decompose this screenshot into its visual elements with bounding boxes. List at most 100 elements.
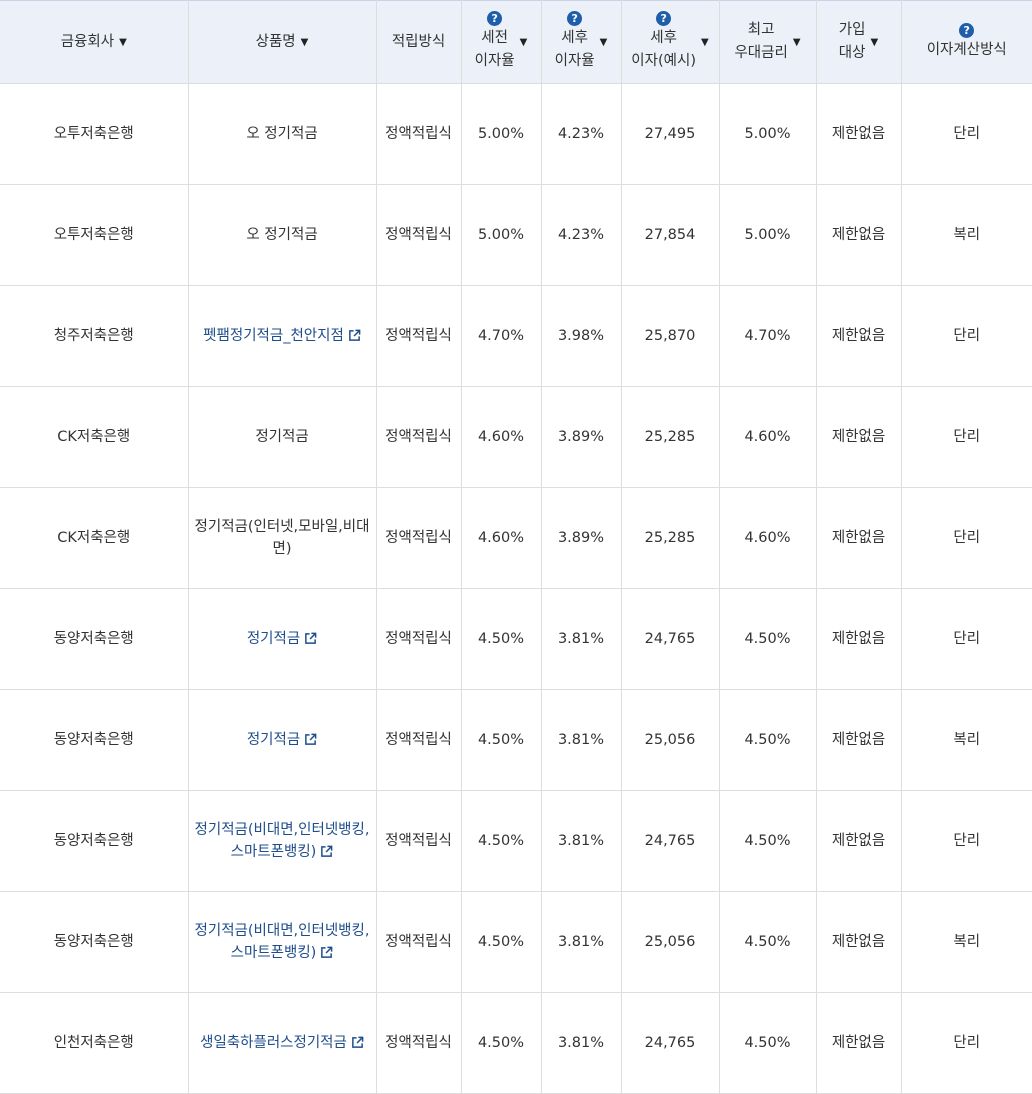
product-name: 오 정기적금: [246, 126, 318, 142]
cell-pretax-rate: 4.50%: [460, 790, 542, 892]
cell-max-rate: 4.50%: [718, 588, 817, 690]
table-row: 청주저축은행 펫팸정기적금_천안지점 정액적립식 4.70% 3.98% 25,870 4.…: [0, 285, 1032, 387]
cell-company: 인천저축은행: [0, 992, 189, 1094]
cell-calc-method: 복리: [900, 689, 1032, 791]
cell-method: 정액적립식: [375, 689, 462, 791]
cell-max-rate: 4.60%: [718, 386, 817, 488]
cell-eligibility: 제한없음: [815, 487, 902, 589]
cell-calc-method: 단리: [900, 487, 1032, 589]
cell-aftertax-interest: 27,495: [620, 83, 720, 185]
external-link-icon[interactable]: [304, 632, 317, 645]
help-icon[interactable]: ?: [487, 11, 503, 26]
col-header-max-rate[interactable]: 최고 우대금리 ▼: [718, 0, 817, 84]
col-header-eligibility-line1: 가입: [838, 22, 866, 38]
external-link-icon[interactable]: [348, 329, 361, 342]
product-link[interactable]: 생일축하플러스정기적금: [200, 1035, 364, 1051]
table-body: 오투저축은행 오 정기적금 정액적립식 5.00% 4.23% 27,495 5.00% 제한…: [0, 83, 1032, 1094]
cell-max-rate: 5.00%: [718, 184, 817, 286]
table-row: CK저축은행 정기적금 정액적립식 4.60% 3.89% 25,285 4.60% 제한없음…: [0, 386, 1032, 488]
cell-company: 동양저축은행: [0, 588, 189, 690]
cell-eligibility: 제한없음: [815, 386, 902, 488]
cell-aftertax-interest: 25,056: [620, 891, 720, 993]
cell-aftertax-interest: 27,854: [620, 184, 720, 286]
col-header-pretax-rate[interactable]: ? 세전 이자율 ▼: [460, 0, 542, 84]
external-link-icon[interactable]: [351, 1036, 364, 1049]
cell-product: 오 정기적금: [187, 83, 377, 185]
col-header-pretax-line1: 세전: [481, 30, 508, 46]
col-header-company[interactable]: 금융회사 ▼: [0, 0, 189, 84]
external-link-icon[interactable]: [320, 946, 333, 959]
sort-down-icon[interactable]: ▼: [600, 37, 608, 48]
cell-max-rate: 5.00%: [718, 83, 817, 185]
help-icon[interactable]: ?: [656, 11, 672, 26]
cell-calc-method: 단리: [900, 992, 1032, 1094]
cell-company: 오투저축은행: [0, 184, 189, 286]
cell-company: CK저축은행: [0, 487, 189, 589]
cell-calc-method: 단리: [900, 285, 1032, 387]
product-link[interactable]: 정기적금: [247, 631, 317, 647]
cell-pretax-rate: 5.00%: [460, 184, 542, 286]
cell-calc-method: 복리: [900, 184, 1032, 286]
col-header-aftertax-line1: 세후: [561, 30, 588, 46]
cell-aftertax-rate: 3.81%: [540, 790, 622, 892]
cell-aftertax-rate: 3.81%: [540, 992, 622, 1094]
col-header-calc-method[interactable]: ? 이자계산방식: [900, 0, 1032, 84]
cell-method: 정액적립식: [375, 790, 462, 892]
cell-aftertax-rate: 3.81%: [540, 588, 622, 690]
sort-down-icon[interactable]: ▼: [119, 37, 127, 48]
cell-product: 정기적금(비대면,인터넷뱅킹,스마트폰뱅킹): [187, 891, 377, 993]
col-header-eligibility-line2: 대상: [838, 45, 866, 61]
cell-calc-method: 복리: [900, 891, 1032, 993]
help-icon[interactable]: ?: [567, 11, 583, 26]
cell-aftertax-interest: 25,056: [620, 689, 720, 791]
cell-aftertax-rate: 4.23%: [540, 184, 622, 286]
cell-pretax-rate: 4.50%: [460, 992, 542, 1094]
cell-max-rate: 4.50%: [718, 992, 817, 1094]
cell-method: 정액적립식: [375, 891, 462, 993]
col-header-aftertax-interest[interactable]: ? 세후 이자(예시) ▼: [620, 0, 720, 84]
cell-aftertax-interest: 25,285: [620, 386, 720, 488]
cell-method: 정액적립식: [375, 184, 462, 286]
cell-method: 정액적립식: [375, 386, 462, 488]
col-header-aftertax-rate[interactable]: ? 세후 이자율 ▼: [540, 0, 622, 84]
product-name: 정기적금(비대면,인터넷뱅킹,스마트폰뱅킹): [194, 923, 370, 961]
sort-down-icon[interactable]: ▼: [793, 37, 801, 48]
cell-method: 정액적립식: [375, 285, 462, 387]
col-header-aftertax-line2: 이자율: [554, 53, 595, 69]
col-header-interest-line1: 세후: [650, 30, 677, 46]
cell-aftertax-rate: 3.89%: [540, 386, 622, 488]
cell-eligibility: 제한없음: [815, 891, 902, 993]
help-icon[interactable]: ?: [959, 22, 975, 38]
col-header-product-label: 상품명: [255, 33, 296, 50]
savings-product-table: 금융회사 ▼ 상품명 ▼ 적립방식 ? 세전 이자율 ▼ ? 세후 이자율 ▼ …: [0, 0, 1032, 1094]
cell-aftertax-rate: 3.81%: [540, 891, 622, 993]
col-header-method: 적립방식: [375, 0, 462, 84]
sort-down-icon[interactable]: ▼: [870, 37, 878, 48]
cell-company: 동양저축은행: [0, 790, 189, 892]
external-link-icon[interactable]: [320, 845, 333, 858]
product-name: 정기적금: [246, 732, 301, 748]
product-link[interactable]: 펫팸정기적금_천안지점: [203, 328, 361, 344]
sort-down-icon[interactable]: ▼: [701, 37, 709, 48]
cell-aftertax-interest: 24,765: [620, 790, 720, 892]
product-link[interactable]: 정기적금(비대면,인터넷뱅킹,스마트폰뱅킹): [195, 923, 370, 961]
sort-down-icon[interactable]: ▼: [520, 37, 528, 48]
cell-product: 정기적금: [187, 386, 377, 488]
product-link[interactable]: 정기적금: [247, 732, 317, 748]
cell-product: 정기적금(비대면,인터넷뱅킹,스마트폰뱅킹): [187, 790, 377, 892]
cell-aftertax-rate: 3.98%: [540, 285, 622, 387]
cell-product: 펫팸정기적금_천안지점: [187, 285, 377, 387]
cell-aftertax-interest: 25,870: [620, 285, 720, 387]
cell-max-rate: 4.50%: [718, 891, 817, 993]
col-header-pretax-line2: 이자율: [474, 53, 515, 69]
sort-down-icon[interactable]: ▼: [301, 37, 309, 48]
external-link-icon[interactable]: [304, 733, 317, 746]
col-header-eligibility[interactable]: 가입 대상 ▼: [815, 0, 902, 84]
product-name: 정기적금(비대면,인터넷뱅킹,스마트폰뱅킹): [194, 822, 370, 860]
cell-eligibility: 제한없음: [815, 790, 902, 892]
cell-pretax-rate: 4.50%: [460, 588, 542, 690]
cell-product: 생일축하플러스정기적금: [187, 992, 377, 1094]
product-link[interactable]: 정기적금(비대면,인터넷뱅킹,스마트폰뱅킹): [195, 822, 370, 860]
table-row: 인천저축은행 생일축하플러스정기적금 정액적립식 4.50% 3.81% 24,765 4.…: [0, 992, 1032, 1094]
col-header-product[interactable]: 상품명 ▼: [187, 0, 377, 84]
